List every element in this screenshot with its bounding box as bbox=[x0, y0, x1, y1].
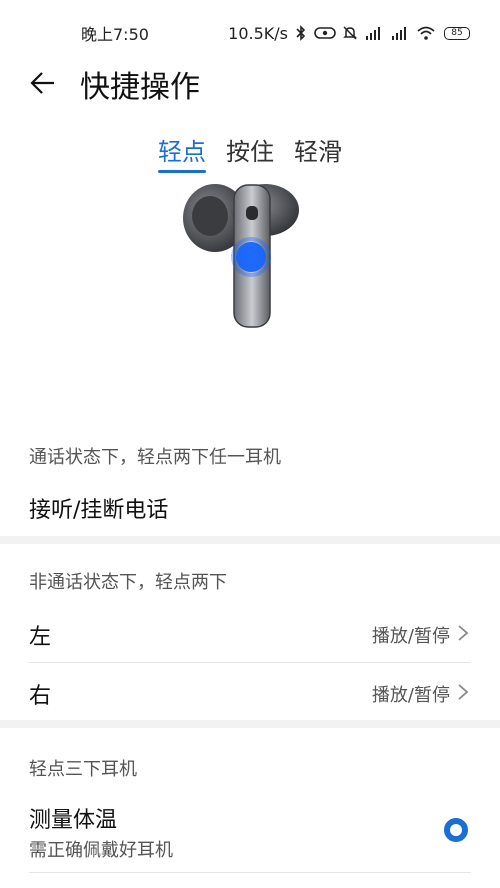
row-subtitle-measure-temp: 需正确佩戴好耳机 bbox=[29, 840, 173, 861]
chevron-right-icon bbox=[458, 625, 469, 641]
row-title-measure-temp: 测量体温 bbox=[29, 808, 118, 833]
tab-press-hold[interactable]: 按住 bbox=[226, 132, 274, 167]
call-action-row[interactable]: 接听/挂断电话 bbox=[29, 492, 168, 524]
nfc-icon bbox=[314, 26, 336, 40]
status-time: 晚上7:50 bbox=[81, 25, 149, 44]
battery-icon: 85 bbox=[444, 26, 470, 40]
row-title-right: 右 bbox=[29, 684, 52, 709]
status-bar: 晚上7:50 10.5K/s 85 bbox=[0, 0, 500, 66]
header: 快捷操作 bbox=[0, 60, 500, 105]
gesture-tabs: 轻点 按住 轻滑 bbox=[0, 132, 500, 176]
section-label-triple: 轻点三下耳机 bbox=[29, 759, 137, 780]
section-label-call: 通话状态下，轻点两下任一耳机 bbox=[29, 447, 281, 468]
signal-hd-icon bbox=[364, 25, 384, 41]
battery-level: 85 bbox=[451, 27, 463, 38]
tab-swipe[interactable]: 轻滑 bbox=[294, 132, 342, 167]
tab-underline bbox=[158, 170, 206, 173]
earbud-illustration bbox=[183, 184, 299, 328]
chevron-right-icon bbox=[458, 684, 469, 700]
section-divider bbox=[0, 720, 500, 728]
arrow-left-icon bbox=[30, 72, 54, 94]
back-button[interactable] bbox=[28, 68, 58, 98]
tab-tap[interactable]: 轻点 bbox=[158, 132, 206, 167]
row-divider bbox=[29, 662, 471, 663]
section-divider bbox=[0, 536, 500, 544]
status-icons: 10.5K/s 85 bbox=[228, 24, 470, 43]
row-value-right: 播放/暂停 bbox=[371, 685, 450, 706]
signal-hd-icon bbox=[390, 25, 410, 41]
row-divider bbox=[29, 872, 471, 873]
radio-selected[interactable] bbox=[444, 818, 468, 842]
mute-bell-icon bbox=[342, 25, 358, 41]
bluetooth-icon bbox=[294, 25, 308, 41]
wifi-icon bbox=[416, 25, 436, 41]
tap-indicator bbox=[236, 242, 266, 272]
row-title-left: 左 bbox=[29, 625, 52, 650]
page-title: 快捷操作 bbox=[80, 70, 200, 105]
row-value-left: 播放/暂停 bbox=[371, 626, 450, 647]
network-speed: 10.5K/s bbox=[228, 23, 288, 43]
section-label-non-call: 非通话状态下，轻点两下 bbox=[29, 572, 227, 593]
